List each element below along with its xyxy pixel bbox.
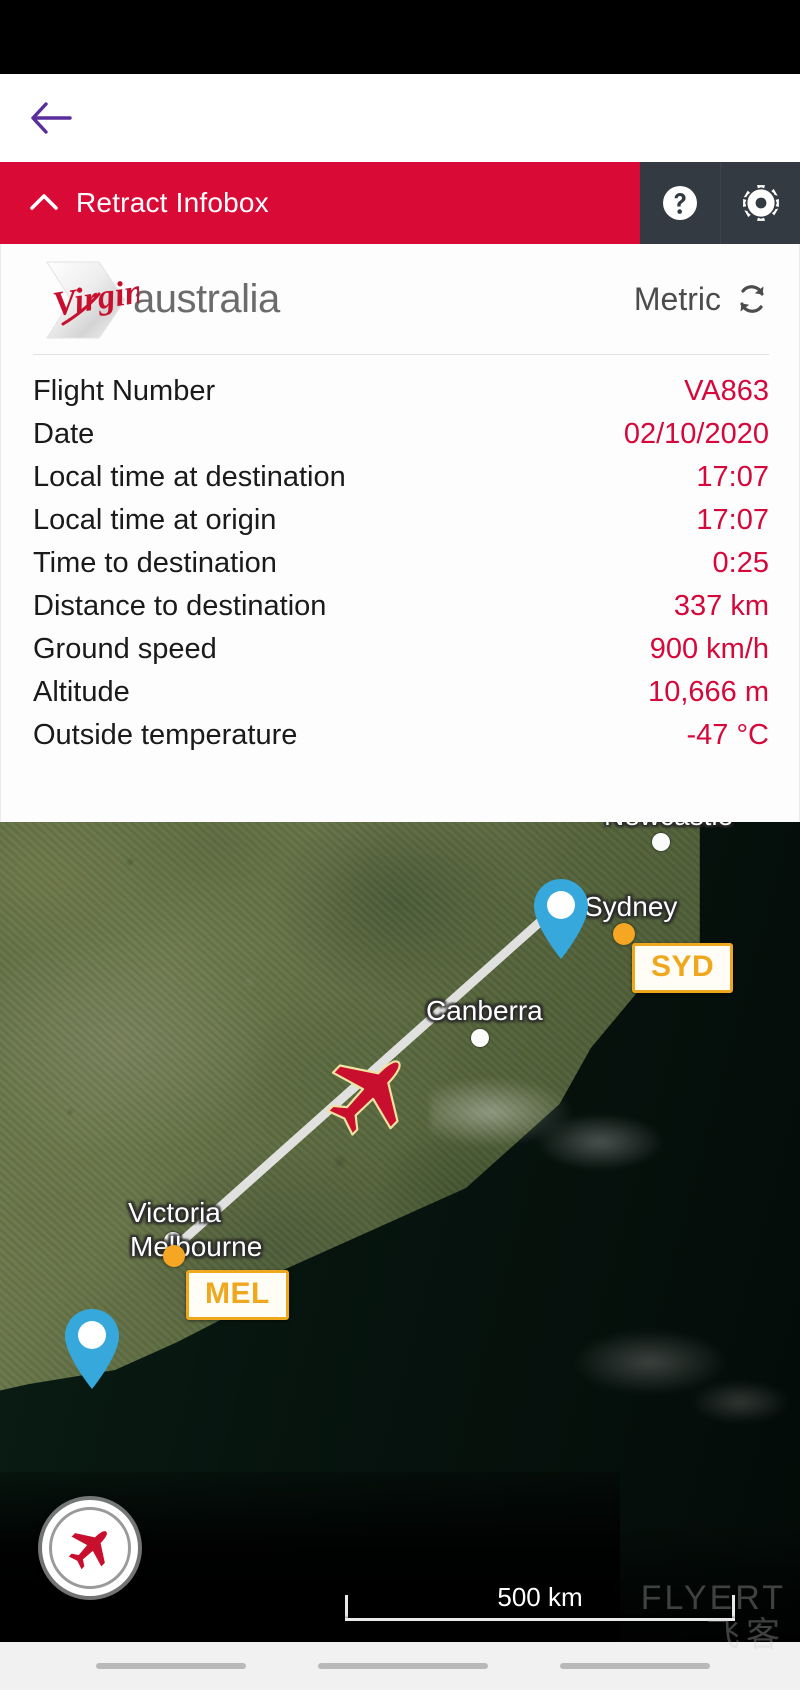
- city-dot-canberra: [471, 1029, 489, 1047]
- table-row: Distance to destination 337 km: [33, 585, 769, 628]
- app-bar: [0, 74, 800, 162]
- airplane-icon: [61, 1519, 119, 1577]
- row-value: VA863: [684, 375, 769, 407]
- row-value: 02/10/2020: [623, 418, 769, 450]
- table-row: Date 02/10/2020: [33, 413, 769, 456]
- arrow-left-icon: [29, 101, 73, 135]
- row-label: Distance to destination: [33, 590, 327, 622]
- city-label-melbourne: Melbourne: [130, 1231, 263, 1262]
- airport-code-mel[interactable]: MEL: [186, 1270, 289, 1320]
- help-circle-icon: [659, 182, 701, 224]
- back-button[interactable]: [22, 92, 80, 144]
- row-label: Local time at origin: [33, 504, 277, 536]
- destination-pin[interactable]: [532, 878, 590, 965]
- airport-code-syd[interactable]: SYD: [632, 943, 734, 993]
- airline-name: australia: [133, 277, 280, 321]
- nav-home-pill[interactable]: [318, 1663, 488, 1669]
- row-value: -47 °C: [686, 719, 769, 751]
- virgin-australia-logo-icon: Virgin: [41, 258, 139, 340]
- follow-aircraft-button[interactable]: [42, 1500, 138, 1596]
- retract-infobox-label: Retract Infobox: [76, 187, 269, 218]
- table-row: Altitude 10,666 m: [33, 671, 769, 714]
- row-label: Flight Number: [33, 375, 216, 407]
- gear-icon: [739, 181, 783, 225]
- phone-screen: Retract Infobox Virgin australia Metric …: [0, 0, 800, 1690]
- airline-logo: Virgin australia: [41, 259, 280, 339]
- system-navigation-bar: [0, 1642, 800, 1690]
- origin-pin[interactable]: [63, 1308, 121, 1395]
- airport-dot-syd: [613, 923, 635, 945]
- chevron-up-icon: [26, 185, 62, 221]
- map-scale-bar: 500 km: [345, 1575, 735, 1621]
- retract-infobox-bar: Retract Infobox: [0, 162, 800, 244]
- nav-recents-pill[interactable]: [560, 1663, 710, 1669]
- row-value: 337 km: [673, 590, 769, 622]
- flight-detail-list: Flight Number VA863 Date 02/10/2020 Loca…: [1, 370, 800, 757]
- row-value: 0:25: [712, 547, 769, 579]
- city-label-sydney: Sydney: [584, 891, 678, 922]
- table-row: Time to destination 0:25: [33, 542, 769, 585]
- row-label: Date: [33, 418, 95, 450]
- row-value: 900 km/h: [649, 633, 769, 665]
- units-label: Metric: [633, 280, 721, 317]
- infobox-header: Virgin australia Metric: [1, 244, 800, 354]
- city-label-victoria: Victoria: [128, 1197, 221, 1228]
- map-scale-label: 500 km: [497, 1582, 583, 1612]
- row-label: Local time at destination: [33, 461, 346, 493]
- flight-infobox: Virgin australia Metric Flight Number VA…: [0, 244, 800, 822]
- row-label: Ground speed: [33, 633, 217, 665]
- settings-button[interactable]: [720, 162, 800, 244]
- table-row: Local time at origin 17:07: [33, 499, 769, 542]
- help-button[interactable]: [640, 162, 720, 244]
- retract-infobox-button[interactable]: Retract Infobox: [0, 162, 640, 244]
- row-value: 17:07: [696, 461, 769, 493]
- refresh-icon: [735, 282, 769, 316]
- city-dot-newcastle: [652, 833, 670, 851]
- table-row: Flight Number VA863: [33, 370, 769, 413]
- nav-back-pill[interactable]: [96, 1663, 246, 1669]
- infobox-divider: [33, 354, 769, 355]
- table-row: Ground speed 900 km/h: [33, 628, 769, 671]
- city-label-newcastle: Newcastle: [604, 822, 733, 832]
- airport-dot-mel: [163, 1245, 185, 1267]
- row-label: Altitude: [33, 676, 130, 708]
- units-toggle[interactable]: Metric: [634, 281, 769, 318]
- status-bar: [0, 0, 800, 74]
- row-label: Outside temperature: [33, 719, 298, 751]
- table-row: Local time at destination 17:07: [33, 456, 769, 499]
- row-label: Time to destination: [33, 547, 277, 579]
- city-label-canberra: Canberra: [426, 995, 543, 1026]
- table-row: Outside temperature -47 °C: [33, 714, 769, 757]
- row-value: 10,666 m: [648, 676, 769, 708]
- row-value: 17:07: [696, 504, 769, 536]
